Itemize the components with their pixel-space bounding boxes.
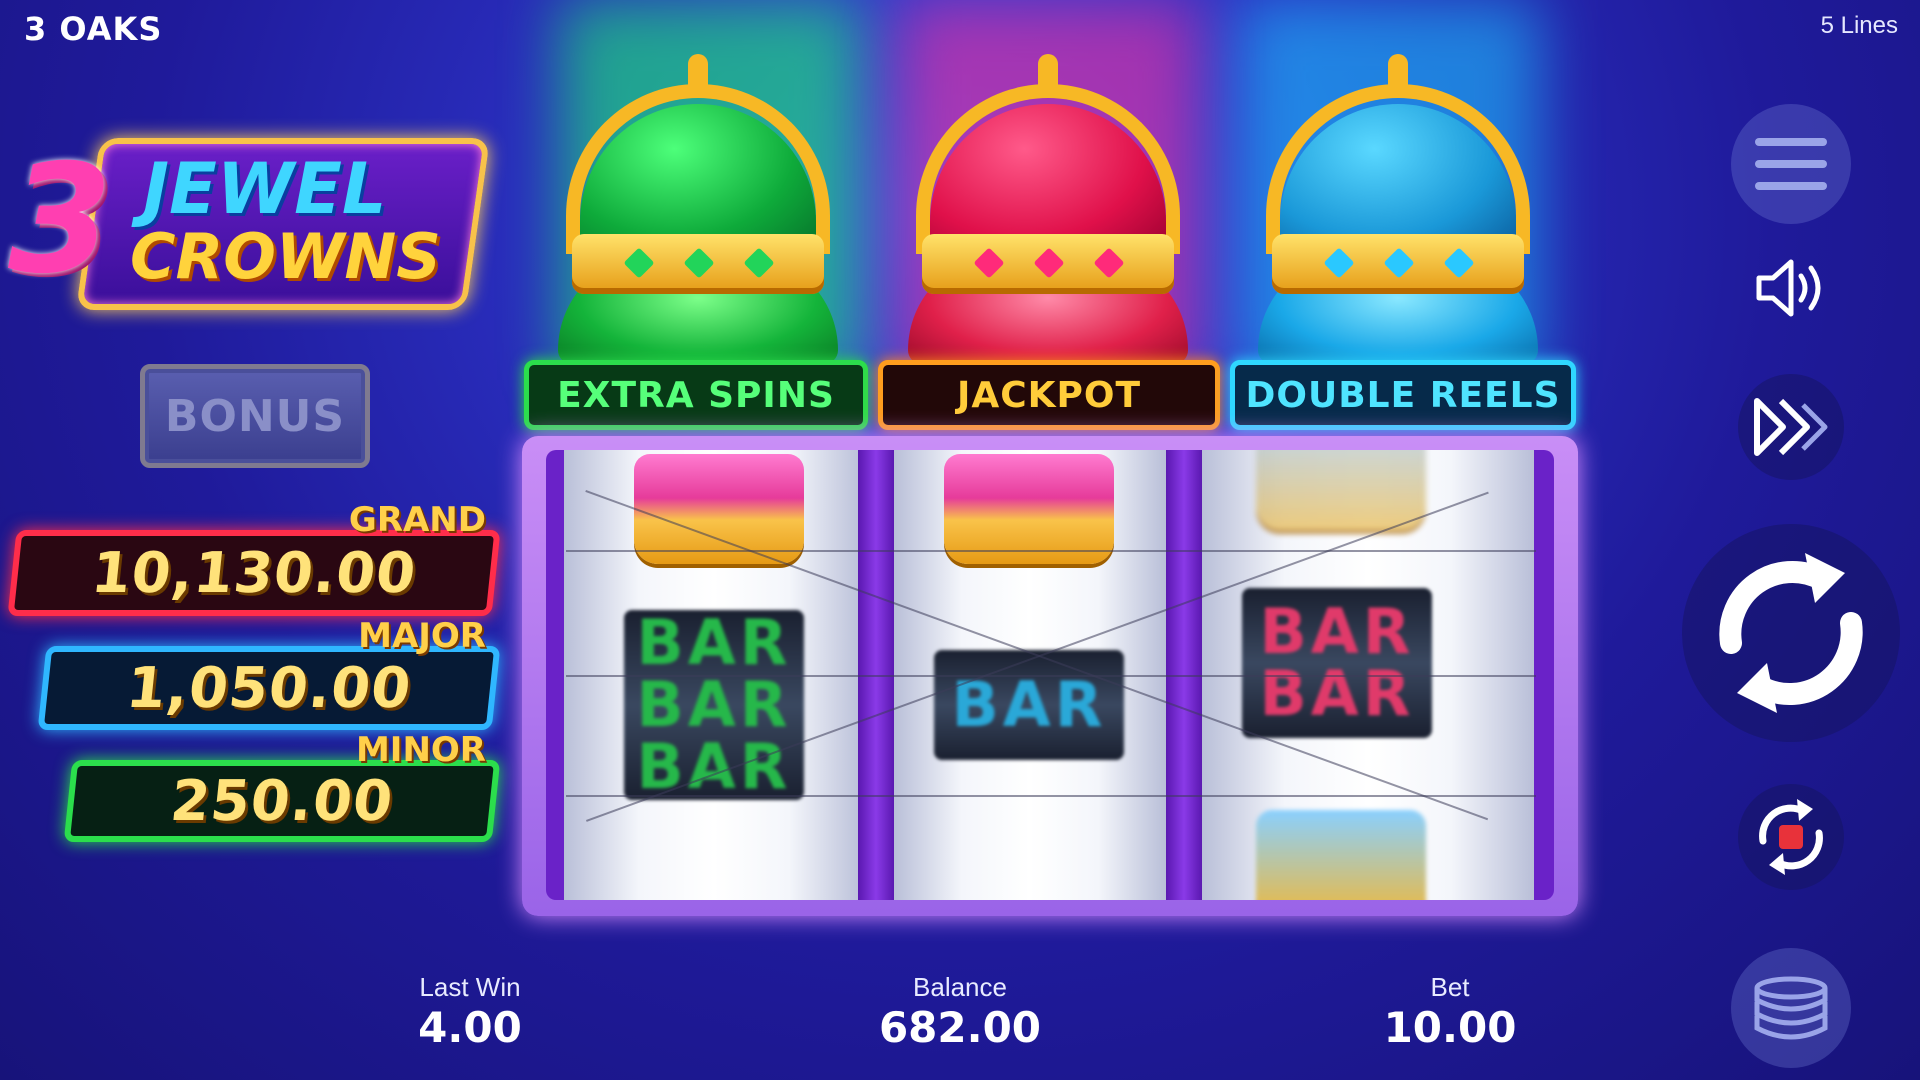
bet-button[interactable] xyxy=(1731,948,1851,1068)
payline xyxy=(566,550,1536,552)
feature-jackpot: JACKPOT xyxy=(878,360,1220,430)
bonus-button[interactable]: BONUS xyxy=(140,364,370,468)
jackpot-minor-value: 250.00 xyxy=(167,768,397,834)
blue-crown xyxy=(1248,44,1548,364)
bet-value: 10.00 xyxy=(1383,1003,1517,1052)
logo-word-jewel: JEWEL xyxy=(143,148,387,230)
logo-word-crowns: CROWNS xyxy=(130,220,441,293)
crown-symbol-icon xyxy=(1256,450,1426,530)
jackpot-grand-box: 10,130.00 xyxy=(7,530,501,616)
payline xyxy=(566,675,1536,677)
jackpot-major-box: 1,050.00 xyxy=(37,646,501,730)
jackpot-grand: 10,130.00 GRAND xyxy=(7,500,501,616)
spin-button[interactable] xyxy=(1682,524,1900,742)
crown-symbol-icon xyxy=(1256,810,1426,900)
blue-crown-arch xyxy=(1266,84,1530,254)
feature-double-reels: DOUBLE REELS xyxy=(1230,360,1576,430)
provider-logo-text: 3 OAKS xyxy=(24,10,163,48)
reels-area: BAR BAR BAR BAR BAR BAR xyxy=(546,450,1554,900)
bar-symbol-text: BAR xyxy=(636,730,792,803)
hamburger-menu-icon xyxy=(1755,138,1827,190)
jackpot-grand-label: GRAND xyxy=(348,500,486,540)
payline xyxy=(566,795,1536,797)
bar-symbol-text: BAR xyxy=(1259,657,1415,730)
balance-display: Balance 682.00 xyxy=(860,972,1060,1051)
jackpot-minor: 250.00 MINOR xyxy=(63,730,501,842)
bar-symbol-text: BAR xyxy=(636,606,792,679)
bar-symbol-text: BAR xyxy=(951,668,1107,741)
speaker-icon xyxy=(1756,259,1821,317)
logo-number: 3 xyxy=(8,133,113,307)
bar-symbol-text: BAR xyxy=(636,668,792,741)
pink-crown xyxy=(898,44,1198,364)
pink-crown-arch xyxy=(916,84,1180,254)
bar-symbol-text: BAR xyxy=(1259,595,1415,668)
jackpot-major-value: 1,050.00 xyxy=(123,655,415,721)
fast-forward-icon xyxy=(1754,398,1828,456)
green-crown xyxy=(548,44,848,364)
bet-label: Bet xyxy=(1430,972,1470,1002)
jackpot-major-label: MAJOR xyxy=(358,616,486,656)
refresh-arrows-icon xyxy=(1719,553,1863,713)
last-win-label: Last Win xyxy=(419,972,521,1002)
game-logo: 3 JEWEL CROWNS xyxy=(8,133,491,310)
last-win-display: Last Win 4.00 xyxy=(390,972,550,1051)
pink-crown-spike xyxy=(1038,54,1058,94)
last-win-value: 4.00 xyxy=(418,1003,522,1052)
bar-symbol: BAR BAR BAR xyxy=(624,610,804,800)
green-crown-spike xyxy=(688,54,708,94)
crown-symbol-icon xyxy=(944,454,1114,564)
lines-count: 5 Lines xyxy=(1820,12,1898,39)
bet-display: Bet 10.00 xyxy=(1370,972,1530,1051)
autoplay-stop-icon xyxy=(1759,799,1823,875)
autoplay-button[interactable] xyxy=(1738,784,1844,890)
feature-extra-spins: EXTRA SPINS xyxy=(524,360,868,430)
jackpot-grand-value: 10,130.00 xyxy=(88,540,420,606)
blue-crown-spike xyxy=(1388,54,1408,94)
jackpot-minor-box: 250.00 xyxy=(63,760,501,842)
coin-stack-icon xyxy=(1754,976,1828,1040)
jackpot-minor-label: MINOR xyxy=(355,730,486,770)
jackpot-major: 1,050.00 MAJOR xyxy=(37,616,501,730)
turbo-button[interactable] xyxy=(1738,374,1844,480)
sound-button[interactable] xyxy=(1748,250,1834,326)
balance-label: Balance xyxy=(913,972,1007,1002)
bar-symbol: BAR BAR xyxy=(1242,588,1432,738)
bar-symbol: BAR xyxy=(934,650,1124,760)
crown-symbol-icon xyxy=(634,454,804,564)
green-crown-arch xyxy=(566,84,830,254)
menu-button[interactable] xyxy=(1731,104,1851,224)
balance-value: 682.00 xyxy=(878,1003,1042,1052)
reels-frame: BAR BAR BAR BAR BAR BAR xyxy=(522,436,1578,916)
